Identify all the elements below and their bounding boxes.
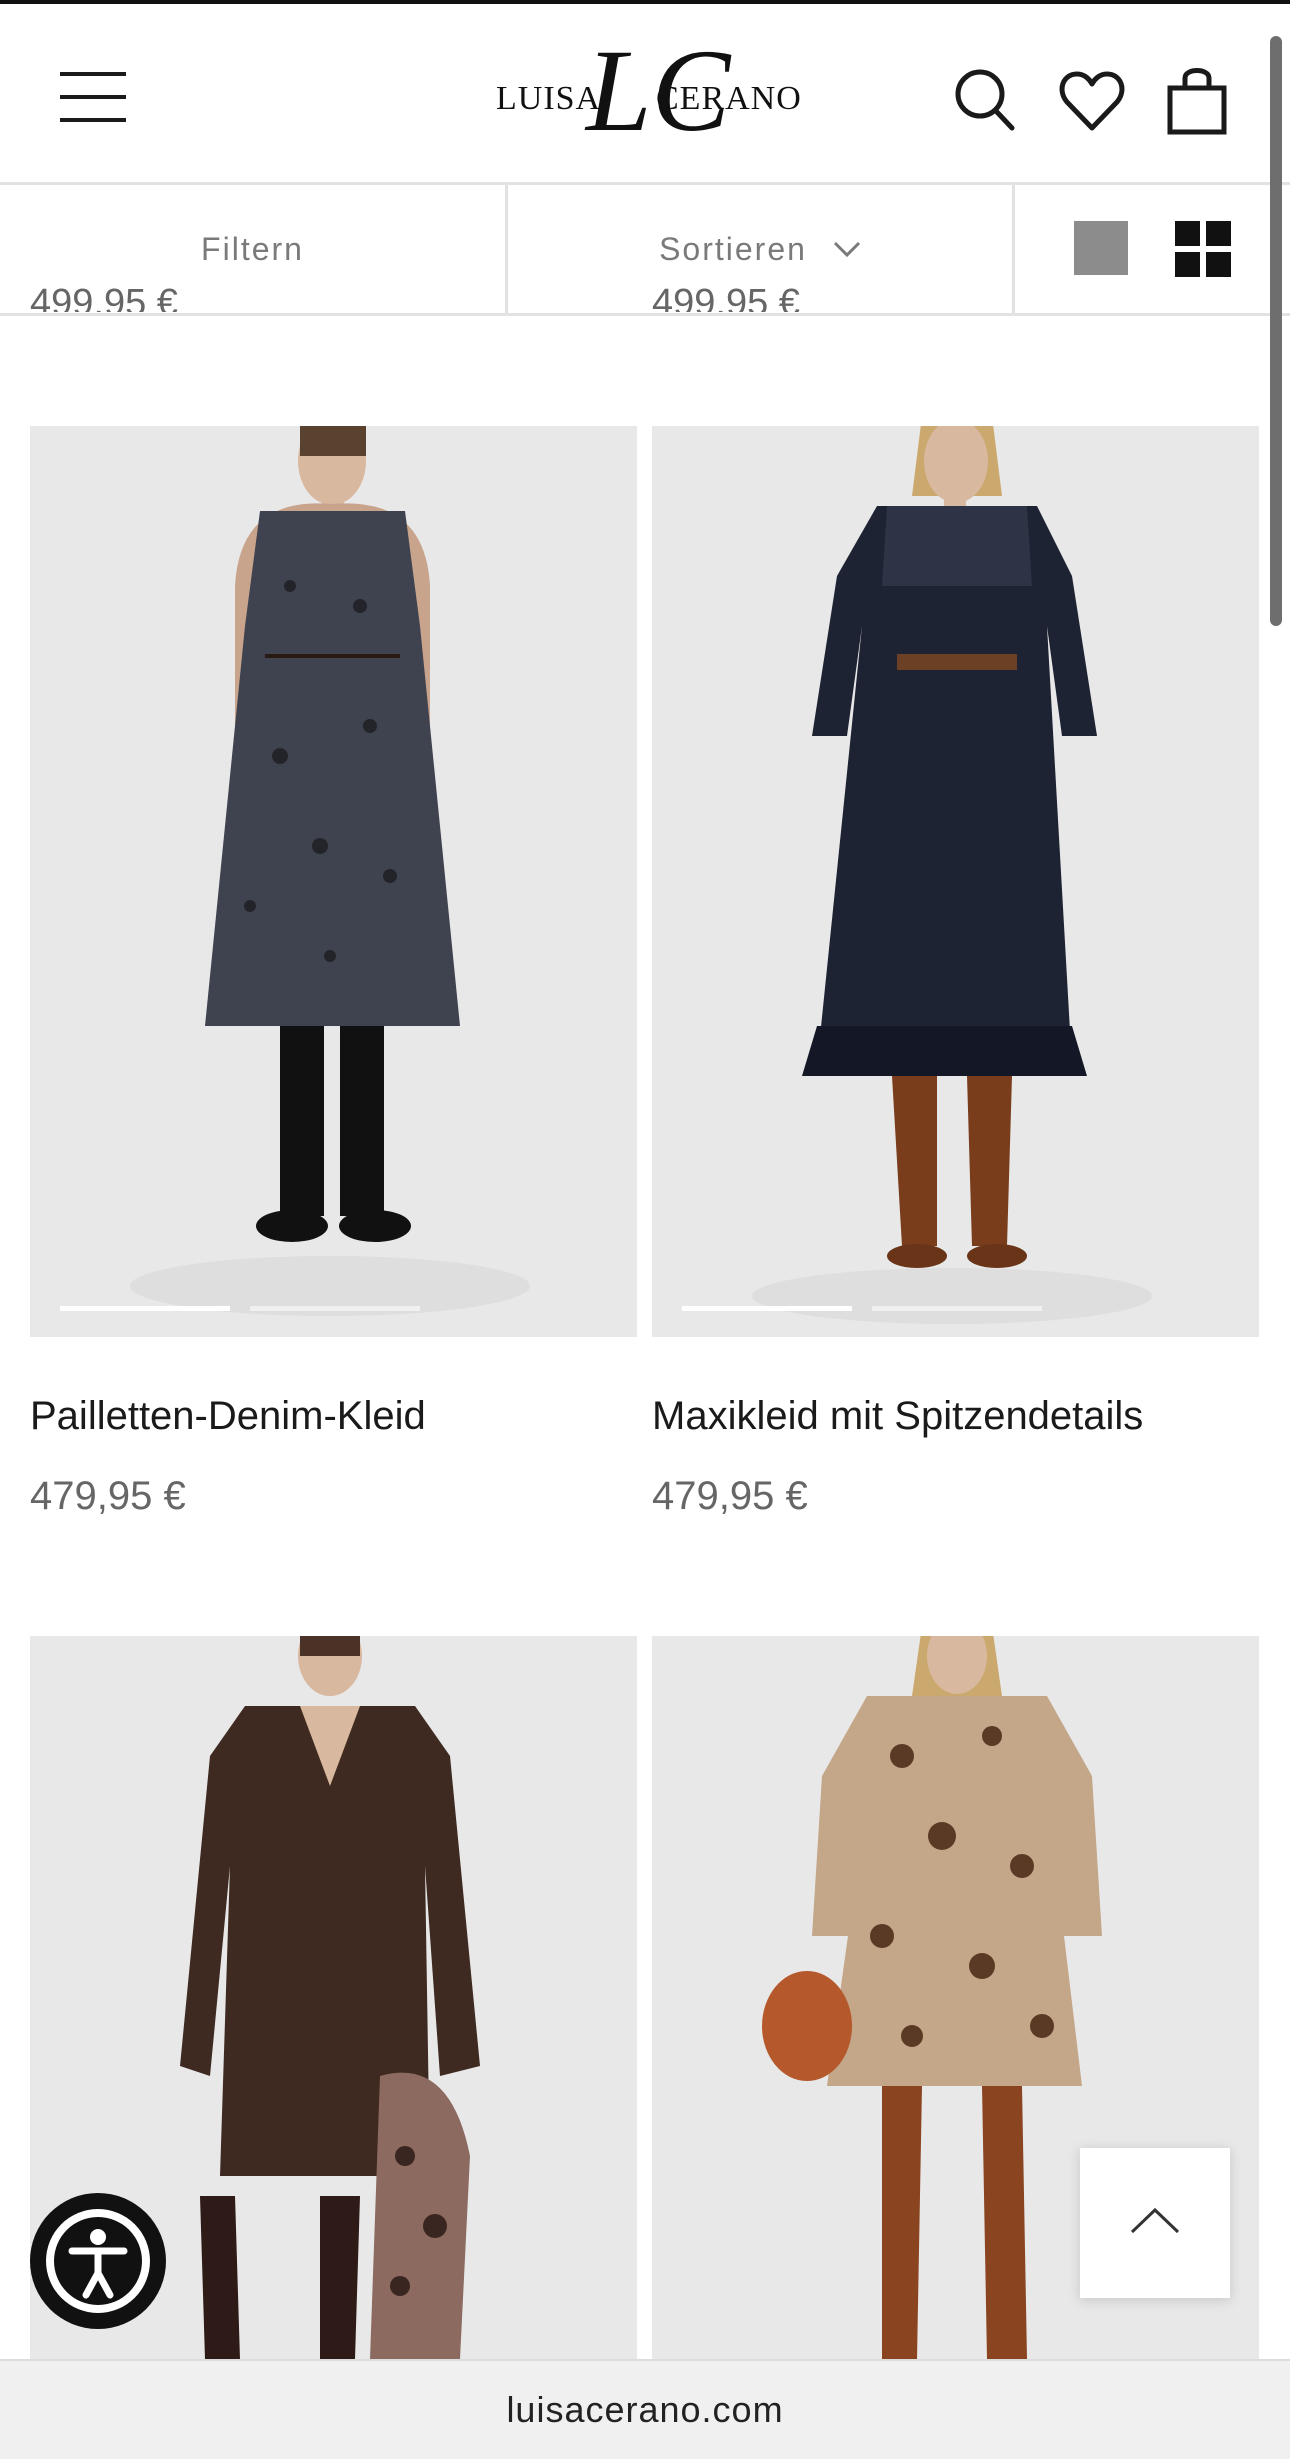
hamburger-menu-icon[interactable] bbox=[60, 72, 126, 122]
filter-label: Filtern bbox=[201, 230, 304, 267]
accessibility-icon[interactable] bbox=[30, 2193, 166, 2329]
product-image[interactable] bbox=[652, 426, 1259, 1337]
listing-toolbar: Filtern Sortieren bbox=[0, 185, 1290, 316]
slider-dot-active[interactable] bbox=[60, 1306, 230, 1311]
scrollbar[interactable] bbox=[1270, 36, 1282, 626]
site-header: LUISA LC CERANO bbox=[0, 4, 1290, 185]
chevron-down-icon bbox=[833, 241, 860, 257]
product-name[interactable]: Pailletten-Denim-Kleid bbox=[30, 1394, 426, 1439]
browser-url-bar[interactable]: luisacerano.com bbox=[0, 2359, 1290, 2459]
product-price: 479,95 € bbox=[652, 1474, 808, 1518]
heart-icon[interactable] bbox=[1057, 62, 1127, 138]
product-price: 479,95 € bbox=[30, 1474, 186, 1518]
product-image[interactable] bbox=[30, 426, 637, 1337]
logo-word-right: CERANO bbox=[656, 80, 802, 117]
previous-product-price: 499,95 € bbox=[652, 282, 800, 312]
slider-dot[interactable] bbox=[872, 1306, 1042, 1311]
chevron-up-icon bbox=[1130, 2207, 1180, 2234]
image-slider-indicator[interactable] bbox=[682, 1306, 1042, 1311]
brand-logo[interactable]: LUISA LC CERANO bbox=[488, 32, 801, 150]
slider-dot-active[interactable] bbox=[682, 1306, 852, 1311]
sort-label: Sortieren bbox=[659, 230, 807, 267]
single-column-view-icon[interactable] bbox=[1074, 221, 1128, 275]
toolbar-divider bbox=[1012, 185, 1015, 313]
search-icon[interactable] bbox=[950, 62, 1020, 138]
image-slider-indicator[interactable] bbox=[60, 1306, 420, 1311]
product-name[interactable]: Maxikleid mit Spitzendetails bbox=[652, 1394, 1143, 1439]
grid-view-icon[interactable] bbox=[1175, 221, 1231, 277]
shopping-bag-icon[interactable] bbox=[1162, 62, 1232, 138]
url-text: luisacerano.com bbox=[506, 2389, 784, 2430]
slider-dot[interactable] bbox=[250, 1306, 420, 1311]
back-to-top-button[interactable] bbox=[1080, 2148, 1230, 2298]
previous-product-price: 499,95 € bbox=[30, 282, 178, 312]
